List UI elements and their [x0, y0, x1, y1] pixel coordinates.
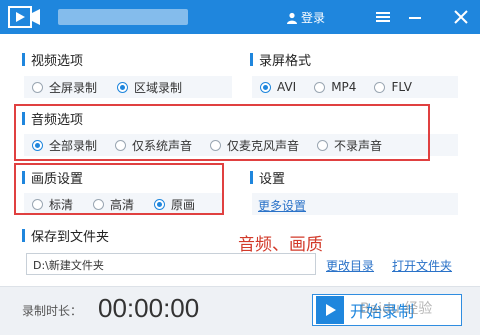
section-marker: [22, 229, 25, 242]
login-label: 登录: [301, 11, 326, 25]
radio-mp4[interactable]: MP4: [314, 80, 356, 94]
login-button[interactable]: 登录: [286, 9, 325, 26]
duration-label: 录制时长：: [22, 304, 83, 318]
radio-label: 区域录制: [134, 80, 183, 95]
format-label: 录屏格式: [259, 54, 312, 69]
format-title: 录屏格式: [250, 50, 311, 69]
app-logo-icon: [8, 6, 40, 28]
save-folder-title: 保存到文件夹: [22, 226, 109, 245]
radio-fullscreen[interactable]: 全屏录制: [32, 79, 97, 96]
title-bar: 登录: [0, 0, 480, 34]
radio-indicator: [117, 81, 129, 93]
section-marker: [22, 53, 25, 66]
section-marker: [250, 53, 253, 66]
annotation-text: 音频、画质: [238, 235, 323, 255]
recording-timer: 00:00:00: [98, 293, 200, 323]
radio-label: MP4: [331, 80, 357, 94]
radio-indicator: [374, 81, 386, 93]
radio-indicator: [260, 81, 271, 93]
audio-highlight-box: [14, 104, 430, 161]
open-folder-link[interactable]: 打开文件夹: [392, 257, 452, 274]
radio-region[interactable]: 区域录制: [117, 79, 182, 96]
radio-indicator: [314, 81, 326, 93]
app-title: [58, 9, 188, 25]
radio-flv[interactable]: FLV: [374, 80, 412, 94]
close-icon[interactable]: [452, 8, 470, 26]
radio-avi[interactable]: AVI: [260, 80, 296, 94]
quality-highlight-box: [14, 163, 224, 215]
video-options-group: 全屏录制 区域录制: [24, 76, 232, 98]
settings-title: 设置: [250, 168, 285, 187]
more-settings-link[interactable]: 更多设置: [258, 197, 306, 214]
radio-label: FLV: [391, 80, 412, 94]
settings-label: 设置: [259, 172, 286, 187]
video-options-label: 视频选项: [31, 54, 84, 69]
change-directory-link[interactable]: 更改目录: [326, 257, 374, 274]
radio-indicator: [32, 81, 43, 93]
play-icon: [316, 296, 344, 324]
user-icon: [287, 12, 297, 24]
radio-label: 全屏录制: [49, 80, 98, 95]
save-path-field[interactable]: D:\新建文件夹: [26, 253, 316, 275]
radio-label: AVI: [277, 80, 297, 94]
section-marker: [250, 171, 253, 184]
video-options-title: 视频选项: [22, 50, 83, 69]
menu-icon[interactable]: [374, 8, 392, 26]
format-group: AVI MP4 FLV: [252, 76, 458, 98]
minimize-icon[interactable]: [406, 8, 424, 26]
watermark: Baidu 经验: [360, 301, 433, 317]
save-folder-label: 保存到文件夹: [31, 230, 110, 245]
